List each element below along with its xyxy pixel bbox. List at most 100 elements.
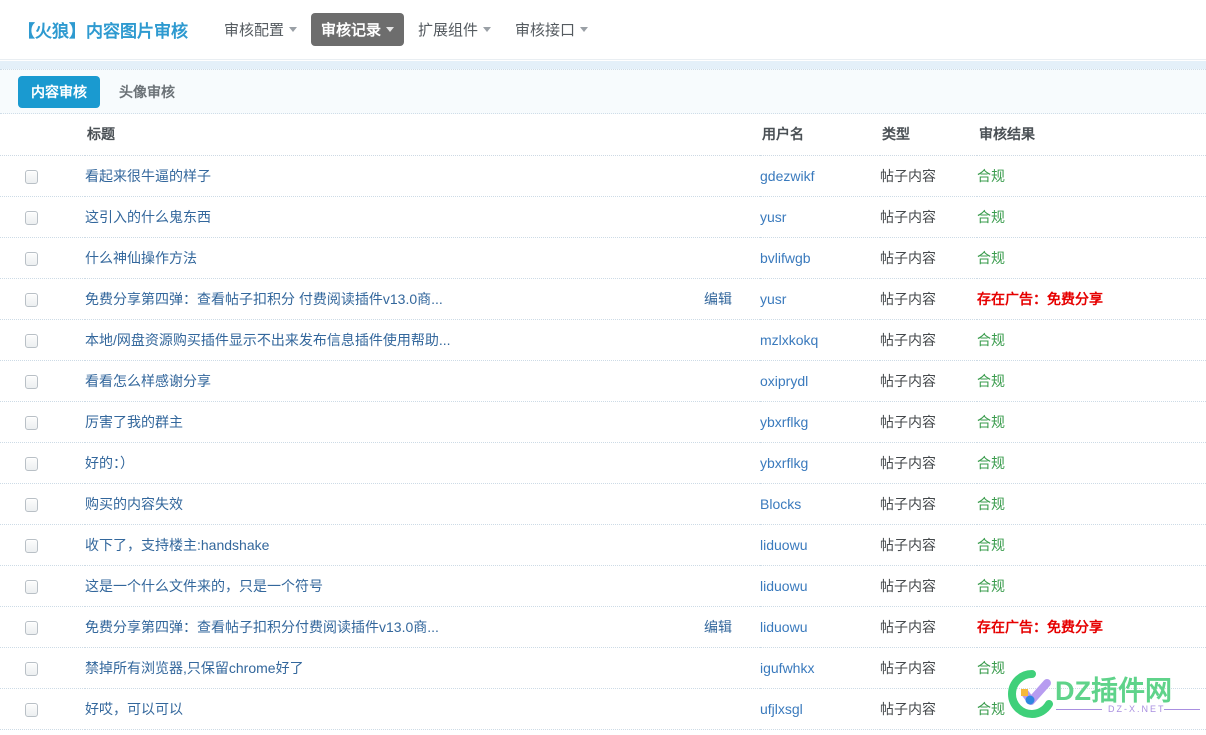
app-header: 【火狼】内容图片审核 审核配置 审核记录 扩展组件 审核接口 — [0, 0, 1206, 60]
column-header-select — [0, 114, 85, 156]
nav-item-extensions[interactable]: 扩展组件 — [408, 13, 501, 46]
row-select-cell — [0, 278, 85, 320]
tab-avatar-review[interactable]: 头像审核 — [106, 76, 188, 108]
row-title-link[interactable]: 免费分享第四弹：查看帖子扣积分 付费阅读插件v13.0商... — [85, 289, 443, 309]
row-title-link[interactable]: 厉害了我的群主 — [85, 412, 183, 432]
tab-content-review[interactable]: 内容审核 — [18, 75, 100, 108]
row-title-link[interactable]: 本地/网盘资源购买插件显示不出来发布信息插件使用帮助... — [85, 330, 451, 350]
column-header-type: 类型 — [880, 114, 977, 156]
row-username-cell: Blocks — [760, 483, 880, 525]
accent-strip — [0, 60, 1206, 69]
row-result-badge: 合规 — [977, 688, 1206, 730]
row-checkbox[interactable] — [25, 661, 38, 676]
chevron-down-icon — [386, 27, 395, 32]
row-checkbox[interactable] — [25, 292, 38, 307]
sub-tab-bar: 内容审核 头像审核 — [0, 69, 1206, 114]
row-title-link[interactable]: 什么神仙操作方法 — [85, 248, 197, 268]
table-row: 好哎，可以可以 ufjlxsgl 帖子内容 合规 — [0, 688, 1206, 730]
row-username-link[interactable]: liduowu — [760, 578, 807, 594]
row-checkbox[interactable] — [25, 620, 38, 635]
table-row: 收下了，支持楼主:handshake liduowu 帖子内容 合规 — [0, 524, 1206, 566]
row-select-cell — [0, 524, 85, 566]
nav-item-review-api[interactable]: 审核接口 — [505, 13, 598, 46]
row-result-badge: 合规 — [977, 319, 1206, 361]
row-username-link[interactable]: ybxrflkg — [760, 455, 808, 471]
row-type-cell: 帖子内容 — [880, 483, 977, 525]
row-result-badge: 合规 — [977, 647, 1206, 689]
row-title-cell: 厉害了我的群主 — [85, 401, 760, 443]
row-type-cell: 帖子内容 — [880, 606, 977, 648]
row-title-link[interactable]: 好哎，可以可以 — [85, 699, 183, 719]
row-username-cell: liduowu — [760, 524, 880, 566]
row-username-link[interactable]: ybxrflkg — [760, 414, 808, 430]
chevron-down-icon — [483, 27, 492, 32]
row-username-link[interactable]: mzlxkokq — [760, 332, 818, 348]
row-username-link[interactable]: yusr — [760, 209, 786, 225]
row-title-cell: 这引入的什么鬼东西 — [85, 196, 760, 238]
row-edit-link[interactable]: 编辑 — [704, 289, 732, 309]
row-checkbox[interactable] — [25, 415, 38, 430]
row-result-badge: 合规 — [977, 360, 1206, 402]
row-edit-link[interactable]: 编辑 — [704, 617, 732, 637]
row-select-cell — [0, 442, 85, 484]
row-title-link[interactable]: 免费分享第四弹：查看帖子扣积分付费阅读插件v13.0商... — [85, 617, 439, 637]
row-title-link[interactable]: 禁掉所有浏览器,只保留chrome好了 — [85, 658, 304, 678]
row-type-cell: 帖子内容 — [880, 401, 977, 443]
row-select-cell — [0, 688, 85, 730]
table-row: 免费分享第四弹：查看帖子扣积分付费阅读插件v13.0商... 编辑 liduowu 帖… — [0, 606, 1206, 648]
row-type-cell: 帖子内容 — [880, 319, 977, 361]
column-header-username: 用户名 — [760, 114, 880, 156]
row-title-cell: 本地/网盘资源购买插件显示不出来发布信息插件使用帮助... — [85, 319, 760, 361]
row-type-cell: 帖子内容 — [880, 688, 977, 730]
row-username-link[interactable]: yusr — [760, 291, 786, 307]
row-result-badge: 合规 — [977, 196, 1206, 238]
row-result-badge: 合规 — [977, 483, 1206, 525]
row-checkbox[interactable] — [25, 210, 38, 225]
row-username-link[interactable]: gdezwikf — [760, 168, 814, 184]
column-header-result: 审核结果 — [977, 114, 1206, 156]
row-checkbox[interactable] — [25, 333, 38, 348]
row-checkbox[interactable] — [25, 579, 38, 594]
row-checkbox[interactable] — [25, 374, 38, 389]
row-checkbox[interactable] — [25, 538, 38, 553]
row-username-link[interactable]: bvlifwgb — [760, 250, 811, 266]
table-row: 看看怎么样感谢分享 oxiprydl 帖子内容 合规 — [0, 360, 1206, 402]
row-username-link[interactable]: ufjlxsgl — [760, 701, 803, 717]
row-title-link[interactable]: 这是一个什么文件来的，只是一个符号 — [85, 576, 323, 596]
row-title-link[interactable]: 看起来很牛逼的样子 — [85, 166, 211, 186]
table-body: 看起来很牛逼的样子 gdezwikf 帖子内容 合规 这引入的什么鬼东西 yusr 帖子内容… — [0, 155, 1206, 730]
row-title-link[interactable]: 看看怎么样感谢分享 — [85, 371, 211, 391]
row-username-link[interactable]: Blocks — [760, 496, 801, 512]
row-username-cell: liduowu — [760, 565, 880, 607]
row-title-link[interactable]: 收下了，支持楼主:handshake — [85, 535, 269, 555]
row-select-cell — [0, 401, 85, 443]
row-checkbox[interactable] — [25, 702, 38, 717]
nav-item-review-config[interactable]: 审核配置 — [214, 13, 307, 46]
row-title-link[interactable]: 这引入的什么鬼东西 — [85, 207, 211, 227]
row-username-link[interactable]: liduowu — [760, 537, 807, 553]
row-select-cell — [0, 565, 85, 607]
row-username-link[interactable]: liduowu — [760, 619, 807, 635]
row-username-link[interactable]: oxiprydl — [760, 373, 808, 389]
row-title-cell: 好的：） — [85, 442, 760, 484]
app-brand-title: 【火狼】内容图片审核 — [18, 22, 188, 41]
row-checkbox[interactable] — [25, 251, 38, 266]
row-username-link[interactable]: igufwhkx — [760, 660, 814, 676]
row-username-cell: igufwhkx — [760, 647, 880, 689]
row-title-link[interactable]: 好的：） — [85, 453, 134, 473]
row-checkbox[interactable] — [25, 456, 38, 471]
nav-item-review-records[interactable]: 审核记录 — [311, 13, 405, 46]
row-select-cell — [0, 319, 85, 361]
row-type-cell: 帖子内容 — [880, 565, 977, 607]
row-select-cell — [0, 483, 85, 525]
row-type-cell: 帖子内容 — [880, 647, 977, 689]
tab-label: 内容审核 — [31, 83, 87, 100]
row-title-link[interactable]: 购买的内容失效 — [85, 494, 183, 514]
review-records-table: 标题 用户名 类型 审核结果 看起来很牛逼的样子 gdezwikf 帖子内容 合规 这引… — [0, 114, 1206, 730]
row-checkbox[interactable] — [25, 497, 38, 512]
chevron-down-icon — [289, 27, 298, 32]
table-row: 购买的内容失效 Blocks 帖子内容 合规 — [0, 483, 1206, 525]
row-checkbox[interactable] — [25, 169, 38, 184]
row-select-cell — [0, 196, 85, 238]
row-result-badge: 合规 — [977, 524, 1206, 566]
